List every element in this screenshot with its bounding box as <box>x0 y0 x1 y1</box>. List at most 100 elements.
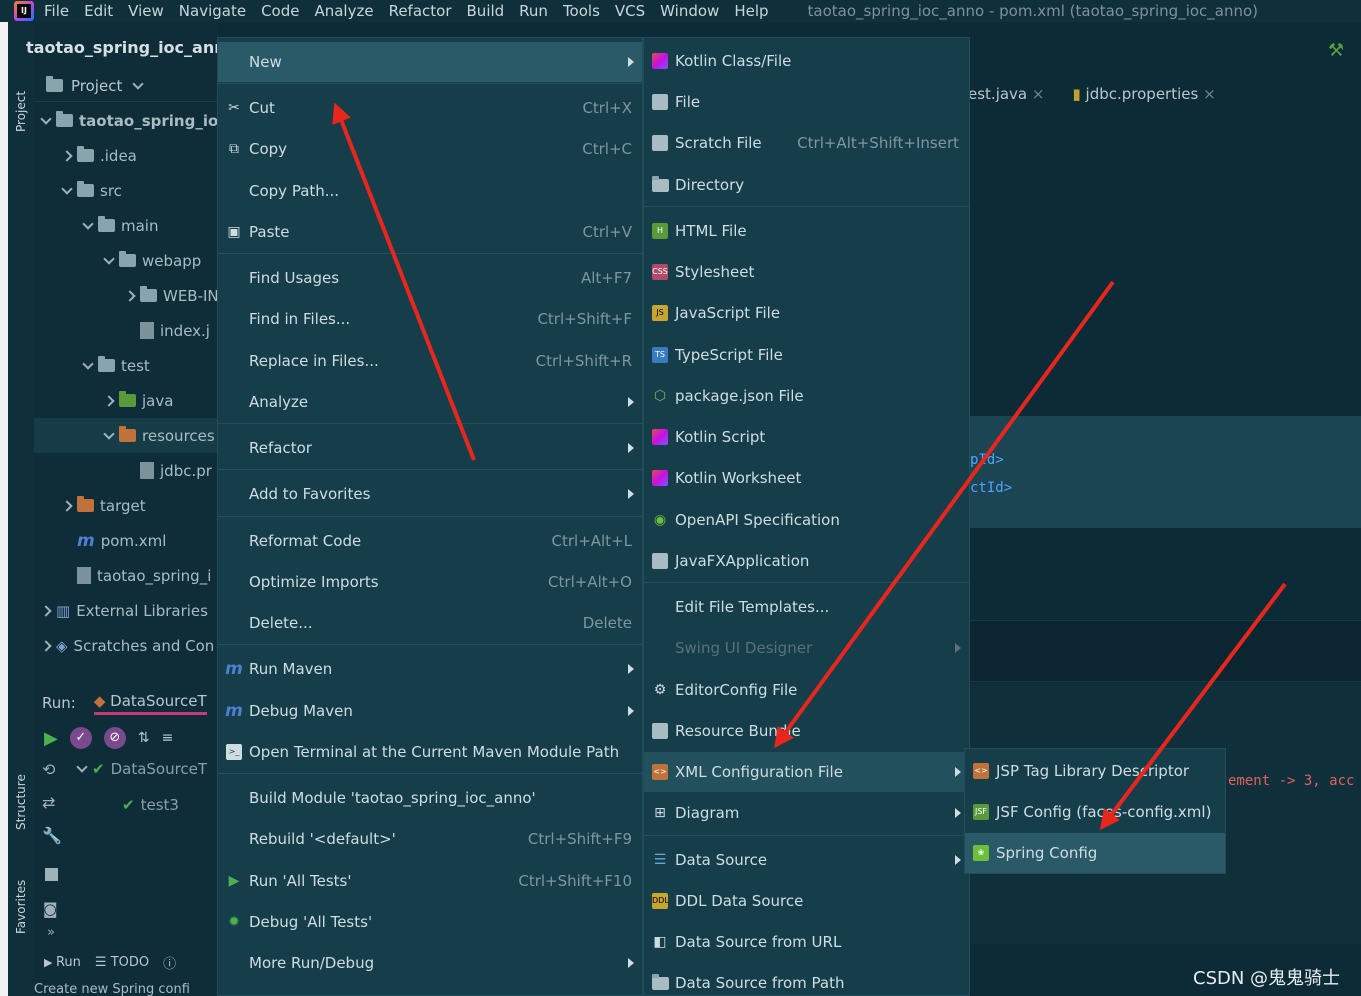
tree-item[interactable]: src <box>61 173 122 208</box>
passed-filter-icon[interactable]: ✓ <box>69 727 92 749</box>
chevron-down-icon[interactable] <box>103 427 115 440</box>
menu-item-stylesheet[interactable]: CSS Stylesheet <box>644 252 969 292</box>
chevron-down-icon[interactable] <box>40 112 52 125</box>
menu-item-editorconfig-file[interactable]: ⚙ EditorConfig File <box>644 670 969 710</box>
menu-item-add-to-favorites[interactable]: Add to Favorites <box>218 474 642 514</box>
tree-item[interactable]: java <box>103 383 173 418</box>
run-tree-row[interactable]: ✔ test3 <box>122 796 179 814</box>
menu-edit[interactable]: Edit <box>84 2 113 20</box>
menu-code[interactable]: Code <box>261 2 299 20</box>
chevron-right-icon[interactable] <box>61 149 73 162</box>
menu-item-html-file[interactable]: H HTML File <box>644 211 969 251</box>
chevron-down-icon[interactable] <box>103 252 115 265</box>
breadcrumb[interactable]: taotao_spring_ioc_anno <box>26 38 237 57</box>
menu-item-build-module-taotao-spring-ioc-anno[interactable]: Build Module 'taotao_spring_ioc_anno' <box>218 778 642 818</box>
menu-item-jsp-tag-library-descriptor[interactable]: <> JSP Tag Library Descriptor <box>965 751 1225 791</box>
tree-item[interactable]: m pom.xml <box>63 523 166 558</box>
menu-item-find-usages[interactable]: Find Usages Alt+F7 <box>218 258 642 298</box>
run-tab[interactable]: ◆ DataSourceT <box>93 692 207 715</box>
rerun-icon[interactable]: ⟲ <box>42 760 64 779</box>
sort-alpha-icon[interactable]: ⇅ <box>138 730 150 746</box>
editor-tab[interactable]: ▮ jdbc.properties × <box>1072 85 1215 103</box>
favorites-tool-button[interactable]: Favorites <box>14 880 28 934</box>
tree-item[interactable]: .idea <box>61 138 137 173</box>
menu-run[interactable]: Run <box>519 2 548 20</box>
menu-item-more-run-debug[interactable]: More Run/Debug <box>218 943 642 983</box>
menu-item-javafxapplication[interactable]: JavaFXApplication <box>644 541 969 581</box>
menu-item-xml-configuration-file[interactable]: <> XML Configuration File <box>644 752 969 792</box>
tree-item[interactable]: test <box>82 348 150 383</box>
menu-item-scratch-file[interactable]: Scratch File Ctrl+Alt+Shift+Insert <box>644 123 969 163</box>
menu-item-analyze[interactable]: Analyze <box>218 382 642 422</box>
run-tree-row[interactable]: ✔ DataSourceT <box>76 760 207 778</box>
menu-vcs[interactable]: VCS <box>615 2 645 20</box>
wrench-icon[interactable]: 🔧 <box>42 826 64 845</box>
tree-item[interactable]: jdbc.pr <box>126 453 212 488</box>
menu-item-spring-config[interactable]: ❀ Spring Config <box>965 833 1225 873</box>
menu-item-data-source[interactable]: ☰ Data Source <box>644 840 969 880</box>
menu-item-javascript-file[interactable]: JS JavaScript File <box>644 293 969 333</box>
menu-analyze[interactable]: Analyze <box>314 2 373 20</box>
chevron-right-icon[interactable] <box>40 639 52 652</box>
menu-item-openapi-specification[interactable]: ◉ OpenAPI Specification <box>644 500 969 540</box>
menu-help[interactable]: Help <box>734 2 768 20</box>
tree-item[interactable]: WEB-IN <box>124 278 219 313</box>
chevron-right-icon[interactable] <box>61 499 73 512</box>
menu-item-delete[interactable]: Delete... Delete <box>218 603 642 643</box>
menu-item-rebuild-default[interactable]: Rebuild '<default>' Ctrl+Shift+F9 <box>218 819 642 859</box>
stop-icon[interactable] <box>45 868 58 881</box>
project-tool-button[interactable]: Project <box>14 91 28 132</box>
menu-item-replace-in-files[interactable]: Replace in Files... Ctrl+Shift+R <box>218 341 642 381</box>
chevron-right-icon[interactable] <box>40 604 52 617</box>
menu-file[interactable]: File <box>44 2 69 20</box>
menu-item-kotlin-class-file[interactable]: Kotlin Class/File <box>644 41 969 81</box>
tree-item[interactable]: taotao_spring_i <box>63 558 211 593</box>
tree-item[interactable]: taotao_spring_ioc <box>40 103 227 138</box>
menu-navigate[interactable]: Navigate <box>179 2 246 20</box>
menu-item-optimize-imports[interactable]: Optimize Imports Ctrl+Alt+O <box>218 562 642 602</box>
menu-item-resource-bundle[interactable]: Resource Bundle <box>644 711 969 751</box>
menu-view[interactable]: View <box>128 2 164 20</box>
menu-build[interactable]: Build <box>467 2 505 20</box>
camera-icon[interactable]: ◙ <box>43 900 58 918</box>
chevron-down-icon[interactable] <box>82 217 94 230</box>
menu-item-kotlin-worksheet[interactable]: Kotlin Worksheet <box>644 458 969 498</box>
tree-item[interactable]: index.j <box>126 313 210 348</box>
tree-item[interactable]: main <box>82 208 158 243</box>
tree-item[interactable]: ◈ Scratches and Con <box>40 628 214 663</box>
menu-item-new[interactable]: New <box>218 42 642 82</box>
chevron-down-icon[interactable] <box>82 357 94 370</box>
todo-tool-button[interactable]: ☰ TODO <box>95 955 149 970</box>
menu-item-open-terminal-at-the-current-maven-module-path[interactable]: >_ Open Terminal at the Current Maven Mod… <box>218 732 642 772</box>
info-icon[interactable]: ⓘ <box>163 953 176 972</box>
chevron-right-icon[interactable] <box>103 394 115 407</box>
menu-item-data-source-from-url[interactable]: ◧ Data Source from URL <box>644 922 969 962</box>
project-panel-header[interactable]: Project <box>34 70 218 102</box>
menu-item-jsf-config-faces-config-xml[interactable]: JSF JSF Config (faces-config.xml) <box>965 792 1225 832</box>
run-icon[interactable]: ▶ <box>44 728 58 749</box>
menu-item-diagram[interactable]: ⊞ Diagram <box>644 793 969 833</box>
menu-item-ddl-data-source[interactable]: DDL DDL Data Source <box>644 881 969 921</box>
menu-item-cut[interactable]: ✂ Cut Ctrl+X <box>218 88 642 128</box>
toggle-icon[interactable]: ⇄ <box>42 793 64 812</box>
run-tool-button[interactable]: ▶ Run <box>44 955 81 970</box>
sort-duration-icon[interactable]: ≡ <box>162 730 174 746</box>
ignored-filter-icon[interactable]: ⊘ <box>103 727 126 749</box>
chevron-down-icon[interactable] <box>61 182 73 195</box>
menu-item-file[interactable]: File <box>644 82 969 122</box>
menu-item-debug-all-tests[interactable]: ✹ Debug 'All Tests' <box>218 902 642 942</box>
menu-item-run-all-tests[interactable]: ▶ Run 'All Tests' Ctrl+Shift+F10 <box>218 861 642 901</box>
tree-item[interactable]: ▥ External Libraries <box>40 593 208 628</box>
chevron-down-icon[interactable] <box>132 77 144 90</box>
menu-window[interactable]: Window <box>660 2 719 20</box>
tree-item[interactable]: target <box>61 488 146 523</box>
menu-item-paste[interactable]: ▣ Paste Ctrl+V <box>218 212 642 252</box>
tree-item[interactable]: resources <box>34 418 218 453</box>
structure-tool-button[interactable]: Structure <box>14 774 28 830</box>
menu-item-directory[interactable]: Directory <box>644 165 969 205</box>
editor-tab[interactable]: est.java × <box>968 85 1044 103</box>
menu-item-find-in-files[interactable]: Find in Files... Ctrl+Shift+F <box>218 299 642 339</box>
menu-item-edit-file-templates[interactable]: Edit File Templates... <box>644 587 969 627</box>
menu-item-refactor[interactable]: Refactor <box>218 428 642 468</box>
menu-item-debug-maven[interactable]: m Debug Maven <box>218 691 642 731</box>
